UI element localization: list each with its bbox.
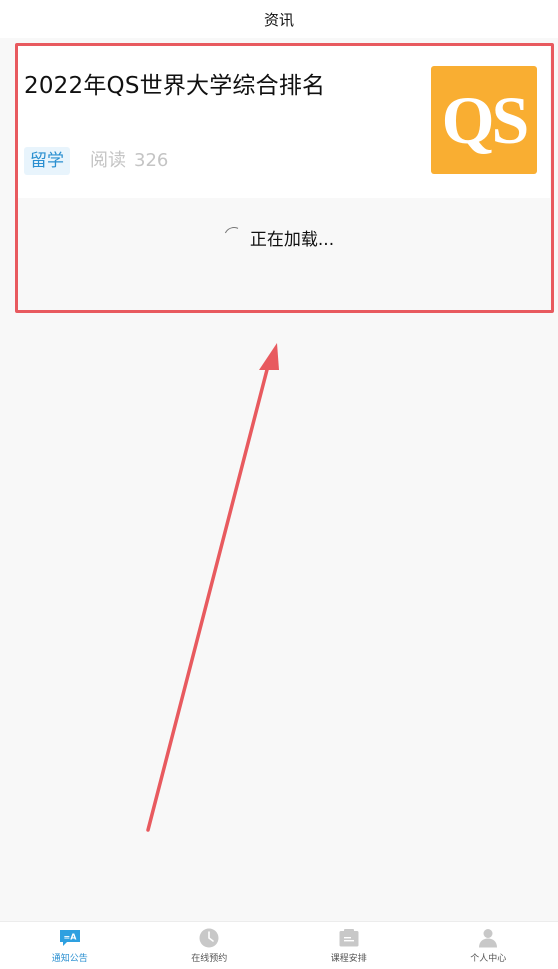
tab-schedule[interactable]: 课程安排 [279,922,419,969]
tab-booking[interactable]: 在线预约 [140,922,280,969]
tab-label: 通知公告 [51,953,88,964]
tab-profile[interactable]: 个人中心 [419,922,558,969]
tab-label: 课程安排 [330,953,367,964]
clock-icon [198,928,220,948]
app-page: 资讯 2022年QS世界大学综合排名 留学 阅读 326 QS 正在加载... … [0,0,558,969]
schedule-icon [338,928,360,948]
person-icon [477,928,499,948]
annotation-arrow [146,343,279,832]
bottom-tab-bar: =A 通知公告 在线预约 课程安排 个人中心 [0,921,558,969]
tab-notice[interactable]: =A 通知公告 [0,922,140,969]
arrow-head [259,343,279,370]
tab-label: 个人中心 [470,953,507,964]
svg-text:=A: =A [63,933,77,942]
notice-icon: =A [59,928,81,948]
tab-label: 在线预约 [191,953,228,964]
